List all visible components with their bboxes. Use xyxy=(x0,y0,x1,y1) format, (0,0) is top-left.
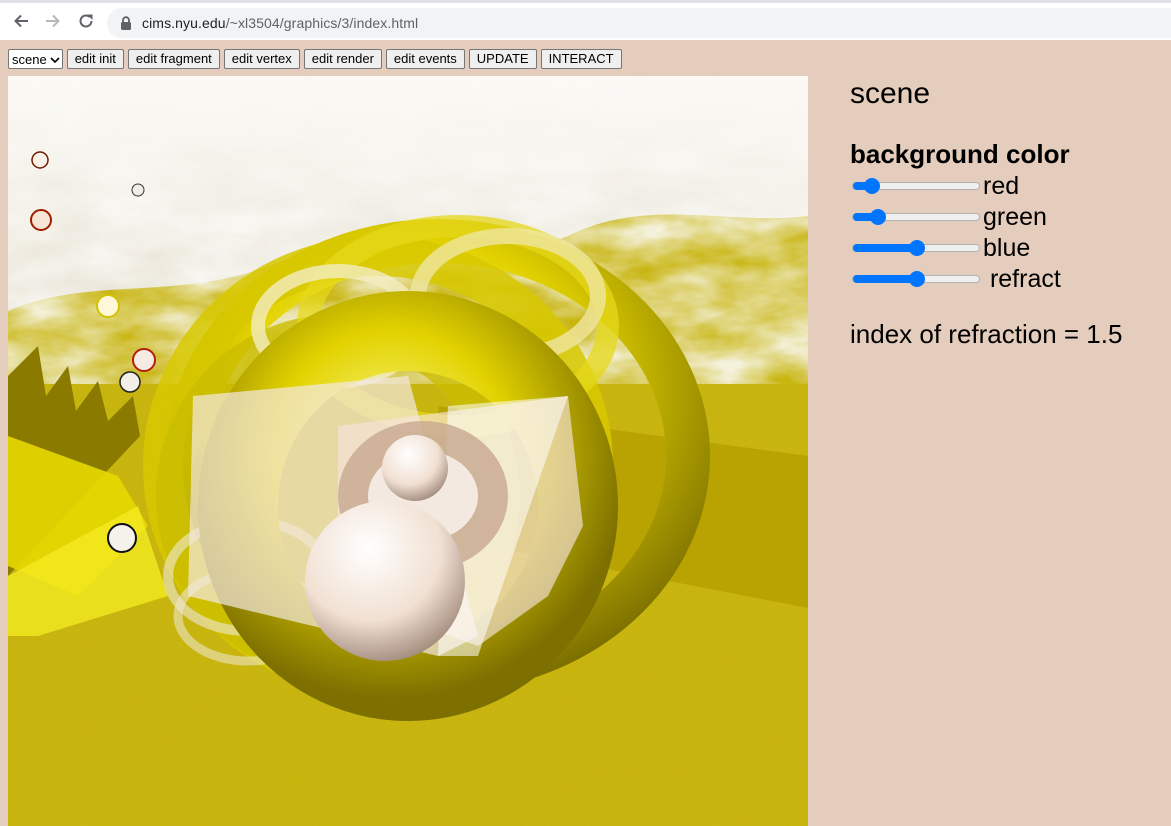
lock-icon xyxy=(120,16,134,30)
render-canvas[interactable] xyxy=(8,76,808,826)
small-sphere xyxy=(96,294,120,318)
green-label: green xyxy=(983,203,1047,231)
forward-button[interactable] xyxy=(41,11,65,35)
refract-slider[interactable] xyxy=(852,271,980,287)
small-sphere xyxy=(107,523,137,553)
green-slider[interactable] xyxy=(852,209,980,225)
chevron-down-icon xyxy=(50,52,60,67)
slider-thumb[interactable] xyxy=(869,209,886,225)
edit-init-button[interactable]: edit init xyxy=(66,49,124,69)
reload-icon xyxy=(77,12,95,35)
address-bar[interactable]: cims.nyu.edu/~xl3504/graphics/3/index.ht… xyxy=(107,8,1171,38)
slider-row-refract: refract xyxy=(852,265,1061,293)
center-sphere xyxy=(382,435,448,501)
slider-row-blue: blue xyxy=(852,234,1030,262)
blue-label: blue xyxy=(983,234,1031,262)
editor-toolbar: scene edit init edit fragment edit verte… xyxy=(8,49,622,69)
small-sphere xyxy=(119,371,141,393)
background-color-heading: background color xyxy=(850,139,1070,169)
small-sphere xyxy=(31,151,49,169)
slider-thumb[interactable] xyxy=(909,240,925,256)
edit-vertex-button[interactable]: edit vertex xyxy=(223,49,300,69)
front-sphere xyxy=(305,501,465,661)
slider-row-green: green xyxy=(852,203,1047,231)
arrow-left-icon xyxy=(12,12,30,35)
refract-label: refract xyxy=(983,265,1061,293)
arrow-right-icon xyxy=(44,12,62,35)
small-sphere xyxy=(30,209,52,231)
update-button[interactable]: UPDATE xyxy=(468,49,537,69)
small-sphere xyxy=(131,183,145,197)
reload-button[interactable] xyxy=(74,11,98,35)
url-text: cims.nyu.edu/~xl3504/graphics/3/index.ht… xyxy=(142,15,418,31)
slider-thumb[interactable] xyxy=(864,178,881,194)
small-sphere xyxy=(132,348,156,372)
url-path: /~xl3504/graphics/3/index.html xyxy=(225,15,419,31)
back-button[interactable] xyxy=(9,11,33,35)
slider-thumb[interactable] xyxy=(909,271,925,287)
scene-select-value: scene xyxy=(12,51,47,67)
edit-events-button[interactable]: edit events xyxy=(385,49,465,69)
red-label: red xyxy=(983,172,1020,200)
red-slider[interactable] xyxy=(852,178,980,194)
scene-select[interactable]: scene xyxy=(8,49,63,69)
browser-toolbar: cims.nyu.edu/~xl3504/graphics/3/index.ht… xyxy=(0,0,1171,40)
index-of-refraction-text: index of refraction = 1.5 xyxy=(850,319,1123,349)
slider-row-red: red xyxy=(852,172,1019,200)
interact-button[interactable]: INTERACT xyxy=(540,49,622,69)
url-host: cims.nyu.edu xyxy=(142,15,226,31)
blue-slider[interactable] xyxy=(852,240,980,256)
edit-fragment-button[interactable]: edit fragment xyxy=(127,49,220,69)
edit-render-button[interactable]: edit render xyxy=(303,49,382,69)
panel-title: scene xyxy=(850,77,931,110)
